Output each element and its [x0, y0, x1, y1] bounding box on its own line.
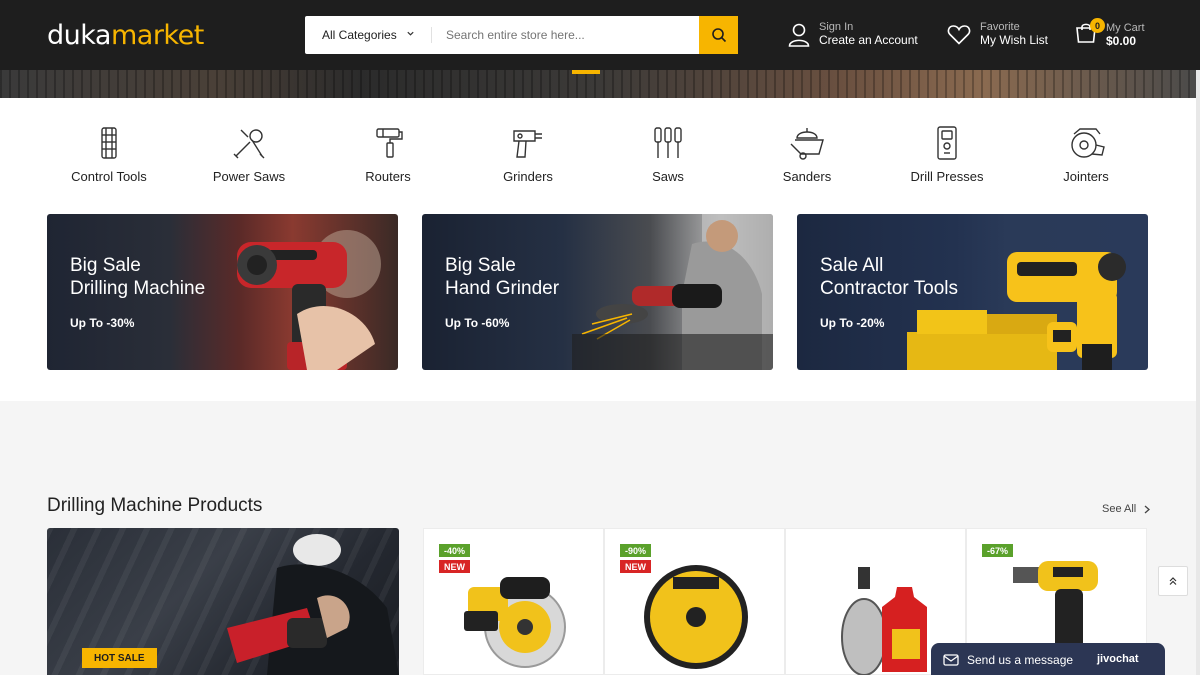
search-input[interactable] — [431, 27, 699, 43]
search-icon — [711, 28, 726, 43]
cart-link[interactable]: 0 My Cart $0.00 — [1075, 18, 1145, 49]
category-item-saws[interactable]: Saws — [598, 126, 738, 184]
category-select-value: All Categories — [322, 28, 397, 42]
logo-text-duka: duka — [47, 20, 111, 51]
category-label: Drill Presses — [910, 169, 984, 184]
chat-widget[interactable]: Send us a message jivochat — [931, 643, 1165, 675]
discount-badge: -67% — [982, 544, 1014, 557]
cart-count-badge: 0 — [1090, 18, 1105, 33]
sanders-icon — [790, 128, 824, 160]
logo[interactable]: dukamarket — [47, 20, 204, 51]
product-image — [643, 565, 748, 669]
search-bar: All Categories — [305, 16, 738, 54]
category-label: Control Tools — [71, 169, 147, 184]
control-tools-icon — [101, 127, 117, 159]
banner-contractor-tools[interactable]: Sale All Contractor Tools Up To -20% — [797, 214, 1148, 370]
category-item-drill-presses[interactable]: Drill Presses — [877, 126, 1017, 184]
product-card[interactable]: -40% NEW — [423, 528, 604, 675]
category-select[interactable]: All Categories — [305, 16, 431, 54]
account-create-label: Create an Account — [819, 33, 918, 47]
product-image — [840, 567, 927, 675]
see-all-label: See All — [1102, 503, 1137, 515]
hot-sale-badge: HOT SALE — [82, 648, 157, 668]
product-image — [463, 577, 566, 668]
category-item-routers[interactable]: Routers — [318, 126, 458, 184]
product-card[interactable]: -90% NEW — [604, 528, 785, 675]
category-section: Control Tools Power Saws Routers Grinder… — [0, 98, 1196, 401]
banner-hand-grinder[interactable]: Big Sale Hand Grinder Up To -60% — [422, 214, 773, 370]
site-header: dukamarket All Categories Sign In Create… — [0, 0, 1200, 70]
category-label: Sanders — [782, 169, 832, 184]
chat-brand: jivochat — [1097, 653, 1139, 665]
see-all-link[interactable]: See All — [1102, 503, 1151, 515]
discount-badge: -40% — [439, 544, 471, 557]
drill-image — [237, 230, 381, 370]
category-item-jointers[interactable]: Jointers — [1016, 126, 1156, 184]
category-label: Saws — [652, 169, 684, 184]
banner-title-line1: Big Sale — [70, 255, 141, 276]
page-scrollbar[interactable] — [1196, 70, 1200, 675]
category-item-power-saws[interactable]: Power Saws — [179, 126, 319, 184]
banner-title-line2: Hand Grinder — [445, 278, 560, 299]
routers-icon — [376, 128, 403, 158]
power-saws-icon — [233, 129, 265, 159]
search-button[interactable] — [699, 16, 738, 54]
section-title: Drilling Machine Products — [47, 495, 263, 516]
banner-offer: Up To -60% — [445, 316, 510, 330]
wishlist-label: My Wish List — [980, 33, 1049, 47]
chevron-right-icon — [1144, 505, 1151, 513]
category-item-sanders[interactable]: Sanders — [737, 126, 877, 184]
wishlist-link[interactable]: Favorite My Wish List — [947, 22, 1048, 47]
category-label: Grinders — [503, 169, 553, 184]
hero-slider-image — [0, 70, 1200, 98]
account-link[interactable]: Sign In Create an Account — [788, 22, 918, 47]
heart-icon — [947, 25, 971, 45]
promo-worker-image — [227, 534, 399, 675]
category-label: Jointers — [1063, 169, 1109, 184]
grinder-image — [572, 214, 773, 370]
wishlist-favorite-label: Favorite — [980, 21, 1020, 33]
banner-offer: Up To -20% — [820, 316, 885, 330]
promo-banner-hot-sale[interactable]: HOT SALE — [47, 528, 399, 675]
banner-title-line1: Big Sale — [445, 255, 516, 276]
banner-title-line2: Drilling Machine — [70, 278, 206, 299]
chat-label: Send us a message — [967, 653, 1074, 667]
category-label: Power Saws — [212, 169, 286, 184]
account-sign-in-label: Sign In — [819, 21, 854, 33]
category-label: Routers — [365, 169, 411, 184]
double-chevron-up-icon — [1169, 577, 1177, 585]
banner-drilling-machine[interactable]: Big Sale Drilling Machine Up To -30% — [47, 214, 398, 370]
banner-title-line1: Sale All — [820, 255, 884, 276]
discount-badge: -90% — [620, 544, 652, 557]
logo-text-market: market — [110, 20, 204, 51]
category-item-control-tools[interactable]: Control Tools — [39, 126, 179, 184]
mail-icon — [943, 654, 959, 666]
back-to-top-button[interactable] — [1158, 566, 1188, 596]
cart-label: My Cart — [1106, 22, 1145, 34]
jointers-icon — [1071, 128, 1105, 158]
drill-presses-icon — [937, 126, 957, 160]
chevron-down-icon — [407, 31, 414, 36]
user-icon — [788, 23, 810, 47]
grinders-icon — [513, 130, 542, 158]
cart-total: $0.00 — [1106, 34, 1137, 48]
category-item-grinders[interactable]: Grinders — [458, 126, 598, 184]
banner-offer: Up To -30% — [70, 316, 135, 330]
slider-active-indicator[interactable] — [572, 70, 600, 74]
banner-title-line2: Contractor Tools — [820, 278, 958, 299]
saws-icon — [654, 127, 682, 158]
